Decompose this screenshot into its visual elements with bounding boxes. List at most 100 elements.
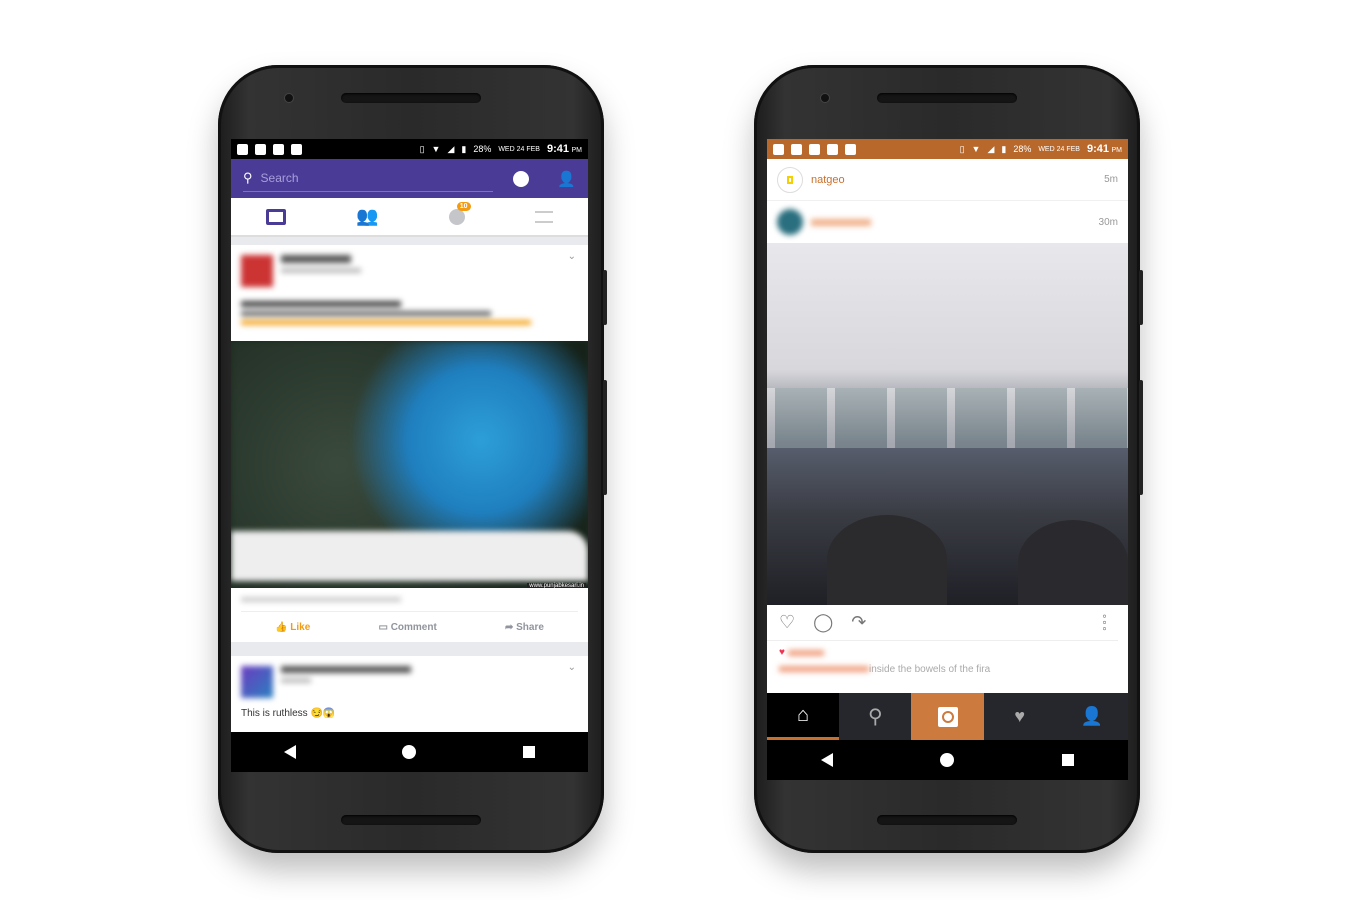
post-header-main[interactable]: 30m xyxy=(767,201,1128,243)
vibrate-icon: ▯ xyxy=(419,143,425,154)
share-icon[interactable]: ↷ xyxy=(851,612,866,633)
search-placeholder: Search xyxy=(260,171,299,185)
menu-tab-icon[interactable] xyxy=(534,210,553,223)
search-input[interactable]: ⚲ Search xyxy=(243,166,494,192)
ampm: PM xyxy=(571,147,583,154)
profile-tab[interactable]: 👤 xyxy=(1056,693,1128,740)
fb-header: ⚲ Search 👤 xyxy=(231,159,588,198)
status-bar: ▯ ▼ ◢ ▮ 28% WED 24 FEB 9:41 PM xyxy=(231,139,588,159)
ig-bottom-nav: ⌂ ⚲ ♥ 👤 xyxy=(767,693,1128,740)
share-label: Share xyxy=(516,622,544,633)
search-icon: ⚲ xyxy=(243,170,253,185)
date: WED 24 FEB xyxy=(498,145,540,153)
post-photo[interactable] xyxy=(767,243,1128,605)
post-footer: 👍 Like ▭ Comment ➦ Share xyxy=(231,588,588,642)
avatar xyxy=(241,255,273,287)
comment-button[interactable]: ▭ Comment xyxy=(378,622,436,633)
camera-icon xyxy=(937,706,958,727)
like-button[interactable]: 👍 Like xyxy=(275,622,310,633)
signal-icon: ◢ xyxy=(447,143,455,154)
chevron-down-icon[interactable]: ⌄ xyxy=(568,662,576,673)
home-icon[interactable] xyxy=(402,745,417,759)
front-camera xyxy=(284,93,294,103)
power-button[interactable] xyxy=(603,270,607,325)
friend-requests-icon[interactable]: 👤 xyxy=(557,170,576,188)
bottom-speaker xyxy=(341,815,481,825)
top-speaker xyxy=(877,93,1017,103)
back-icon[interactable] xyxy=(284,745,297,759)
vibrate-icon: ▯ xyxy=(959,143,965,154)
username[interactable]: natgeo xyxy=(811,174,1096,186)
wifi-icon: ▼ xyxy=(431,144,441,154)
status-bar: ▯ ▼ ◢ ▮ 28% WED 24 FEB 9:41 PM xyxy=(767,139,1128,159)
battery-level: 28% xyxy=(1013,144,1032,154)
android-nav-bar xyxy=(767,740,1128,780)
caption-text: inside the bowels of the fira xyxy=(869,664,991,675)
notification-icon xyxy=(827,143,838,155)
username[interactable] xyxy=(811,218,871,226)
facebook-icon xyxy=(773,143,784,155)
fb-tabs: 👥 10 xyxy=(231,198,588,237)
natgeo-avatar[interactable] xyxy=(777,166,803,193)
front-camera xyxy=(820,93,830,103)
like-label: Like xyxy=(290,622,311,633)
notifications-tab-icon[interactable]: 10 xyxy=(448,201,471,225)
friends-tab-icon[interactable]: 👥 xyxy=(356,206,378,227)
battery-icon: ▮ xyxy=(461,143,467,154)
comment-icon[interactable]: ◯ xyxy=(813,612,833,633)
notification-badge: 10 xyxy=(456,201,471,211)
heart-icon[interactable]: ♡ xyxy=(779,612,795,633)
bot-icon xyxy=(845,143,856,155)
date: WED 24 FEB xyxy=(1038,145,1080,153)
android-icon xyxy=(273,143,284,155)
avatar[interactable] xyxy=(777,209,803,235)
facebook-screen: ▯ ▼ ◢ ▮ 28% WED 24 FEB 9:41 PM ⚲ Search … xyxy=(231,139,588,772)
messenger-icon[interactable] xyxy=(513,170,530,187)
clock: 9:41 xyxy=(546,143,569,155)
post-header xyxy=(231,245,588,297)
android-icon xyxy=(809,143,820,155)
gallery-icon xyxy=(791,143,802,155)
post-image[interactable]: www.punjabkesari.in xyxy=(231,341,588,589)
wifi-icon: ▼ xyxy=(971,144,981,154)
back-icon[interactable] xyxy=(820,753,833,767)
more-options-icon[interactable]: ∘∘∘ xyxy=(1098,613,1109,632)
clock: 9:41 xyxy=(1086,143,1109,155)
ampm: PM xyxy=(1111,147,1123,154)
chevron-down-icon[interactable]: ⌄ xyxy=(568,251,576,262)
news-feed-tab-icon[interactable] xyxy=(266,208,287,225)
volume-button[interactable] xyxy=(603,380,607,495)
caption: inside the bowels of the fira xyxy=(779,664,1116,675)
post-actions: ♡ ◯ ↷ ∘∘∘ xyxy=(767,605,1118,641)
post-text xyxy=(231,301,588,325)
post-time: 5m xyxy=(1104,174,1118,185)
volume-button[interactable] xyxy=(1139,380,1143,495)
comment-label: Comment xyxy=(390,622,437,633)
power-button[interactable] xyxy=(1139,270,1143,325)
android-nav-bar xyxy=(231,732,588,772)
share-button[interactable]: ➦ Share xyxy=(505,622,544,633)
post-time: 30m xyxy=(1098,216,1118,228)
likes-count[interactable]: ♥ xyxy=(779,647,1116,658)
bot-icon xyxy=(291,143,302,155)
activity-tab[interactable]: ♥ xyxy=(984,693,1056,740)
notification-icon xyxy=(237,143,248,155)
camera-tab[interactable] xyxy=(911,693,984,740)
signal-icon: ◢ xyxy=(987,143,995,154)
facebook-icon xyxy=(255,143,266,155)
recents-icon[interactable] xyxy=(522,746,535,758)
avatar xyxy=(241,666,273,698)
battery-icon: ▮ xyxy=(1001,143,1007,154)
battery-level: 28% xyxy=(473,144,492,154)
feed-post: ⌄ www.punjabkesari.in xyxy=(231,245,588,589)
top-speaker xyxy=(341,93,481,103)
bottom-speaker xyxy=(877,815,1017,825)
search-tab[interactable]: ⚲ xyxy=(839,693,911,740)
post-text: This is ruthless 😏😱 xyxy=(241,708,336,719)
recents-icon[interactable] xyxy=(1062,754,1075,766)
home-icon[interactable] xyxy=(940,753,955,767)
feed-post-2: ⌄ This is ruthless 😏😱 xyxy=(231,656,588,736)
post-stats xyxy=(241,597,401,602)
post-header-natgeo[interactable]: natgeo 5m xyxy=(767,159,1128,201)
home-tab[interactable]: ⌂ xyxy=(767,693,840,740)
